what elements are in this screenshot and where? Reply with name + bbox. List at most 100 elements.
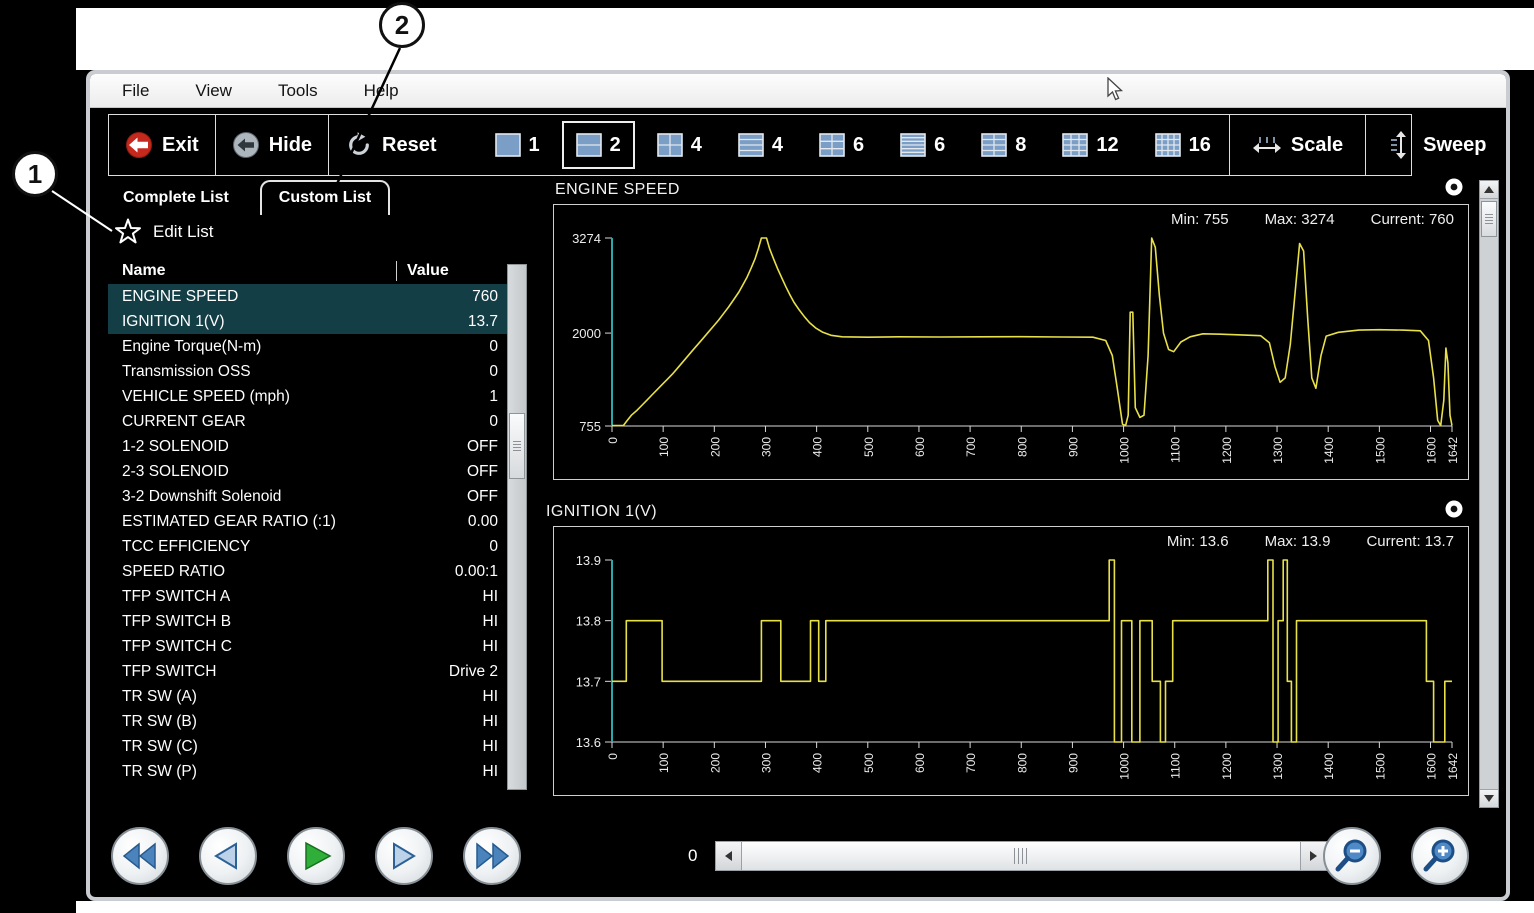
edit-list-button[interactable]: Edit List (114, 218, 213, 245)
scroll-up-button[interactable] (1480, 181, 1498, 199)
row-value: OFF (390, 438, 508, 456)
grid-button-label: 6 (853, 134, 864, 157)
row-value: 0.00:1 (390, 563, 508, 581)
vertical-scrollbar-thumb[interactable] (1481, 201, 1497, 237)
layout-1-button-1x1[interactable]: 1 (481, 121, 554, 169)
table-row[interactable]: TR SW (B)HI (108, 709, 508, 734)
reset-button[interactable]: Reset (329, 115, 452, 175)
chart-stats: Min: 13.6 Max: 13.9 Current: 13.7 (1167, 533, 1454, 550)
mouse-cursor (1106, 77, 1128, 103)
table-row[interactable]: VEHICLE SPEED (mph)1 (108, 384, 508, 409)
svg-text:1400: 1400 (1322, 753, 1336, 780)
play-button[interactable] (287, 827, 345, 885)
rewind-button[interactable] (111, 827, 169, 885)
layout-6-button-3x2[interactable]: 6 (805, 121, 878, 169)
table-row[interactable]: TR SW (P)HI (108, 759, 508, 784)
tab-complete-list[interactable]: Complete List (106, 182, 246, 215)
svg-text:13.8: 13.8 (576, 614, 601, 629)
grid-button-label: 2 (610, 134, 621, 157)
svg-text:3274: 3274 (572, 232, 601, 246)
exit-label: Exit (162, 134, 199, 157)
scroll-down-button[interactable] (1480, 789, 1498, 807)
scanner-app-window: File View Tools Help Exit Hide Reset 1 (86, 70, 1510, 901)
svg-text:800: 800 (1015, 437, 1029, 457)
table-row[interactable]: IGNITION 1(V)13.7 (108, 309, 508, 334)
table-row[interactable]: Transmission OSS0 (108, 359, 508, 384)
svg-text:13.9: 13.9 (576, 554, 601, 568)
list-scrollbar-thumb[interactable] (509, 413, 525, 479)
timeline-left-arrow[interactable] (716, 842, 741, 870)
table-row[interactable]: Engine Torque(N-m)0 (108, 334, 508, 359)
menu-item-view[interactable]: View (195, 81, 232, 101)
tab-label: Custom List (279, 189, 371, 206)
record-button[interactable] (1444, 499, 1464, 519)
grid-layout-icon (1062, 133, 1088, 157)
table-row[interactable]: 1-2 SOLENOIDOFF (108, 434, 508, 459)
scale-button[interactable]: Scale (1229, 115, 1365, 175)
svg-text:100: 100 (657, 753, 671, 773)
svg-text:400: 400 (811, 753, 825, 773)
chart-plot[interactable]: 7552000327401002003004005006007008009001… (554, 232, 1468, 478)
timeline-thumb[interactable] (741, 842, 1301, 870)
list-scrollbar[interactable] (507, 264, 527, 790)
table-row[interactable]: TFP SWITCHDrive 2 (108, 659, 508, 684)
zoom-out-button[interactable] (1323, 827, 1381, 885)
table-row[interactable]: TFP SWITCH BHI (108, 609, 508, 634)
menu-item-help[interactable]: Help (364, 81, 399, 101)
table-row[interactable]: CURRENT GEAR0 (108, 409, 508, 434)
menu-item-tools[interactable]: Tools (278, 81, 318, 101)
table-row[interactable]: ESTIMATED GEAR RATIO (:1)0.00 (108, 509, 508, 534)
layout-16-button-4x4[interactable]: 16 (1141, 121, 1225, 169)
svg-text:1600: 1600 (1425, 753, 1439, 780)
row-name: TR SW (P) (108, 763, 390, 781)
table-row[interactable]: TCC EFFICIENCY0 (108, 534, 508, 559)
left-arrow-icon (725, 851, 732, 861)
svg-text:200: 200 (708, 437, 722, 457)
table-row[interactable]: SPEED RATIO0.00:1 (108, 559, 508, 584)
grid-buttons: 12446681216 (477, 115, 1229, 175)
table-row[interactable]: TFP SWITCH AHI (108, 584, 508, 609)
exit-button[interactable]: Exit (109, 115, 216, 175)
zoom-in-button[interactable] (1411, 827, 1469, 885)
layout-4-button-2x2[interactable]: 4 (643, 121, 716, 169)
svg-text:700: 700 (964, 753, 978, 773)
hide-button[interactable]: Hide (216, 115, 329, 175)
timeline-scrollbar[interactable] (715, 841, 1327, 871)
chart-plot[interactable]: 13.613.713.813.9010020030040050060070080… (554, 554, 1468, 794)
table-row[interactable]: TR SW (C)HI (108, 734, 508, 759)
engine-speed-chart: Min: 755 Max: 3274 Current: 760 75520003… (553, 204, 1469, 480)
hide-label: Hide (269, 134, 312, 157)
svg-text:13.6: 13.6 (576, 735, 601, 750)
tab-custom-list[interactable]: Custom List (260, 180, 390, 215)
layout-2-button-2x1[interactable]: 2 (562, 121, 635, 169)
zoom-in-icon (1421, 837, 1459, 875)
layout-8-button-4x2[interactable]: 8 (967, 121, 1040, 169)
layout-6-button-6x1[interactable]: 6 (886, 121, 959, 169)
table-row[interactable]: ENGINE SPEED760 (108, 284, 508, 309)
layout-4-button-4x1[interactable]: 4 (724, 121, 797, 169)
row-value: OFF (390, 463, 508, 481)
svg-text:13.7: 13.7 (576, 674, 601, 689)
svg-text:1642: 1642 (1446, 753, 1460, 780)
sweep-button[interactable]: Sweep (1365, 115, 1508, 175)
table-row[interactable]: TR SW (A)HI (108, 684, 508, 709)
row-name: 3-2 Downshift Solenoid (108, 488, 390, 506)
layout-12-button-4x3[interactable]: 12 (1048, 121, 1132, 169)
fast-forward-button[interactable] (463, 827, 521, 885)
grid-button-label: 8 (1015, 134, 1026, 157)
chart-vertical-scrollbar[interactable] (1479, 180, 1499, 808)
step-back-button[interactable] (199, 827, 257, 885)
row-name: Transmission OSS (108, 363, 390, 381)
play-icon (298, 840, 334, 872)
table-row[interactable]: 3-2 Downshift SolenoidOFF (108, 484, 508, 509)
step-forward-button[interactable] (375, 827, 433, 885)
svg-text:1300: 1300 (1271, 437, 1285, 464)
table-row[interactable]: TFP SWITCH CHI (108, 634, 508, 659)
svg-text:300: 300 (759, 753, 773, 773)
record-button[interactable] (1444, 177, 1464, 197)
list-tabs: Complete List Custom List (106, 180, 390, 215)
menu-item-file[interactable]: File (122, 81, 149, 101)
row-name: TFP SWITCH C (108, 638, 390, 656)
table-row[interactable]: 2-3 SOLENOIDOFF (108, 459, 508, 484)
down-arrow-icon (1484, 795, 1494, 802)
